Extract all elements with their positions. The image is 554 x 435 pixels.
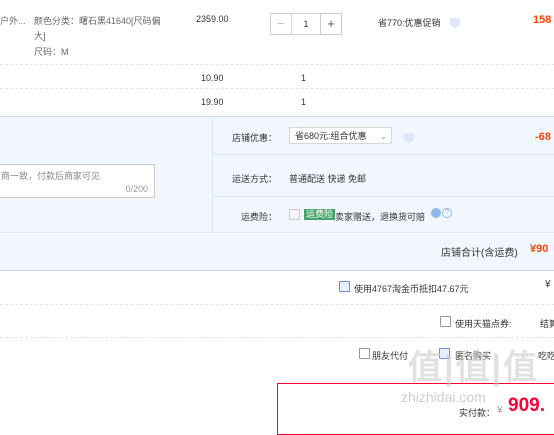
- tmall-points-checkbox[interactable]: [440, 316, 451, 327]
- anon-suffix: 吃吃: [538, 351, 554, 361]
- chevron-down-icon: ⌄: [380, 132, 387, 141]
- shop-discount-label: 店铺优惠：: [232, 133, 278, 143]
- buyer-message-input[interactable]: 商一致，付款后商家可见 0/200: [0, 164, 155, 198]
- coins-label[interactable]: 使用4767淘金币抵扣47.67元: [354, 282, 469, 295]
- tmall-points-label[interactable]: 使用天猫点券:: [455, 317, 512, 330]
- item-sku-line: 颜色分类：曙石黑41640[尺码偏: [34, 16, 161, 26]
- help-icon[interactable]: ?: [442, 208, 452, 218]
- tmall-points-settle: 结算: [540, 319, 554, 329]
- message-counter: 0/200: [125, 184, 148, 194]
- qty-input[interactable]: 1: [291, 13, 321, 35]
- item-promo-text[interactable]: 省770:优惠促销: [378, 16, 441, 29]
- panel-divider: [212, 117, 213, 232]
- comment-icon[interactable]: [404, 133, 414, 144]
- buyer-message-placeholder: 商一致，付款后商家可见: [1, 171, 101, 181]
- insurance-label: 运费险：: [241, 212, 278, 222]
- item-unit-price: 2359.00: [196, 14, 229, 24]
- shop-total-value: ¥90: [530, 243, 549, 255]
- qty-minus-button[interactable]: −: [270, 13, 292, 35]
- row2-qty: 1: [301, 73, 307, 83]
- panel-divider: [0, 232, 554, 233]
- comment-icon[interactable]: [431, 208, 441, 218]
- insurance-checkbox[interactable]: [289, 209, 300, 220]
- panel-divider: [212, 154, 554, 155]
- shop-discount-amount: -68: [535, 131, 551, 143]
- row-divider: [0, 88, 554, 89]
- row-divider: [0, 337, 554, 338]
- row3-price: 19.90: [201, 97, 224, 107]
- shipping-value: 普通配送 快递 免邮: [289, 174, 367, 184]
- item-subtotal: 158: [533, 14, 552, 26]
- pay-amount: 909.: [508, 395, 545, 416]
- comment-icon[interactable]: [450, 18, 460, 29]
- row-divider: [0, 304, 554, 305]
- qty-plus-button[interactable]: +: [320, 13, 342, 35]
- friend-pay-label[interactable]: 朋友代付: [372, 349, 408, 362]
- row-divider: [0, 64, 554, 65]
- coins-checkbox[interactable]: [339, 281, 350, 292]
- row2-price: 10.90: [201, 73, 224, 83]
- discount-select[interactable]: 省680元:组合优惠 ⌄: [289, 127, 392, 144]
- watermark-logo: 值|值|值: [408, 349, 540, 387]
- friend-pay-checkbox[interactable]: [359, 348, 370, 359]
- panel-divider: [212, 196, 554, 197]
- pay-currency: ¥: [497, 405, 503, 416]
- item-sku-line-cont: 大]: [34, 31, 46, 41]
- coins-amount: ¥: [545, 279, 551, 290]
- item-size: 尺码：M: [34, 47, 69, 57]
- item-title-fragment[interactable]: 户外...: [0, 14, 26, 27]
- insurance-badge: 运费险: [304, 209, 336, 220]
- discount-select-value: 省680元:组合优惠: [295, 131, 367, 141]
- pay-label: 实付款：: [459, 408, 496, 418]
- row3-qty: 1: [301, 97, 307, 107]
- shop-total-label: 店铺合计(含运费): [441, 248, 518, 259]
- insurance-text: 卖家赠送，退换货可赔: [335, 212, 426, 222]
- shipping-label: 运送方式：: [232, 174, 278, 184]
- watermark-site: zhizhidai.com: [401, 389, 486, 405]
